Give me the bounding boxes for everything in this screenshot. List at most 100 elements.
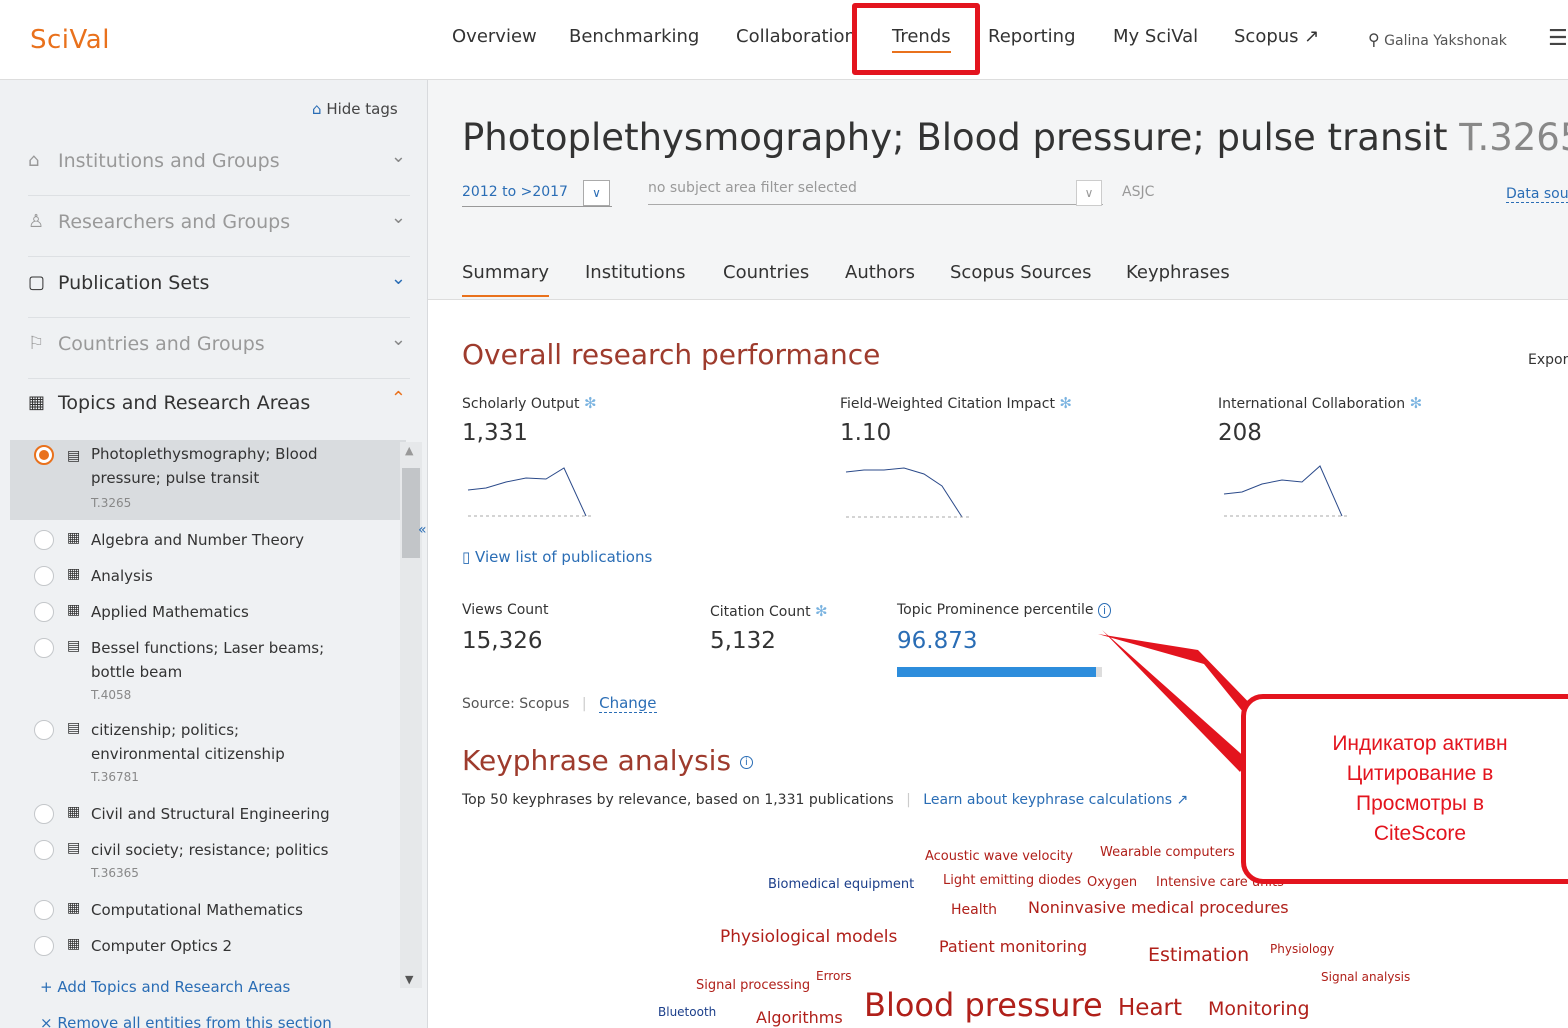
top-navigation-bar: SciVal Overview Benchmarking Collaborati… <box>0 0 1568 80</box>
keyphrase-word[interactable]: Acoustic wave velocity <box>925 849 1073 864</box>
list-item[interactable]: ▦ Computer Optics 2 <box>10 934 406 964</box>
radio-button[interactable] <box>34 804 54 824</box>
keyphrase-word[interactable]: Bluetooth <box>658 1005 716 1019</box>
section-researchers[interactable]: ♙ Researchers and Groups ⌄ <box>28 197 410 257</box>
collapse-sidebar-icon[interactable]: « <box>418 522 427 538</box>
radio-button[interactable] <box>34 445 54 465</box>
chevron-down-icon[interactable]: ∨ <box>1076 180 1102 206</box>
tab-authors[interactable]: Authors <box>845 262 915 283</box>
close-icon: × <box>40 1014 53 1028</box>
keyphrase-word[interactable]: Blood pressure <box>864 986 1103 1024</box>
list-item[interactable]: ▦ Algebra and Number Theory <box>10 528 406 558</box>
keyphrase-word[interactable]: Physiological models <box>720 927 897 947</box>
section-institutions[interactable]: ⌂ Institutions and Groups ⌄ <box>28 136 410 196</box>
chevron-down-icon[interactable]: ⌄ <box>391 268 406 289</box>
radio-button[interactable] <box>34 720 54 740</box>
add-topics-link[interactable]: + Add Topics and Research Areas <box>40 978 290 996</box>
metric-label-text: Scholarly Output <box>462 396 580 412</box>
list-item[interactable]: ▤ Photoplethysmography; Blood pressure; … <box>10 440 406 520</box>
list-item[interactable]: ▦ Civil and Structural Engineering <box>10 802 406 832</box>
list-item[interactable]: ▦ Computational Mathematics <box>10 898 406 928</box>
keyphrase-word[interactable]: Biomedical equipment <box>768 877 914 892</box>
radio-button[interactable] <box>34 602 54 622</box>
grid-icon: ▦ <box>67 602 81 618</box>
keyphrase-word[interactable]: Errors <box>816 969 852 983</box>
radio-button[interactable] <box>34 566 54 586</box>
subject-filter-select[interactable]: no subject area filter selected <box>648 180 1103 205</box>
plus-icon: + <box>40 978 53 996</box>
radio-button[interactable] <box>34 840 54 860</box>
source-line: Source: Scopus | Change <box>462 694 657 713</box>
chevron-down-icon[interactable]: ⌄ <box>391 329 406 350</box>
intl-collab-sparkline <box>1223 465 1347 517</box>
scival-logo[interactable]: SciVal <box>30 25 110 55</box>
export-button[interactable]: Expor <box>1528 352 1568 368</box>
item-label: Computational Mathematics <box>91 901 303 919</box>
person-icon: ♙ <box>28 211 45 232</box>
nav-trends[interactable]: Trends <box>892 26 951 53</box>
learn-keyphrase-link[interactable]: Learn about keyphrase calculations ↗ <box>923 792 1188 808</box>
scroll-thumb[interactable] <box>402 468 420 558</box>
nav-reporting[interactable]: Reporting <box>988 26 1076 47</box>
chevron-up-icon[interactable]: ⌃ <box>391 388 406 409</box>
data-source-link[interactable]: Data sou <box>1506 186 1568 203</box>
info-icon[interactable]: i <box>1098 603 1112 618</box>
list-item[interactable]: ▦ Applied Mathematics <box>10 600 406 630</box>
radio-button[interactable] <box>34 936 54 956</box>
keyphrase-word[interactable]: Estimation <box>1148 944 1249 966</box>
keyphrase-word[interactable]: Patient monitoring <box>939 937 1087 956</box>
keyphrase-word[interactable]: Algorithms <box>756 1008 843 1027</box>
item-label: Bessel functions; Laser beams; bottle be… <box>91 639 325 681</box>
user-menu[interactable]: ⚲ Galina Yakshonak <box>1368 30 1507 49</box>
keyphrase-word[interactable]: Oxygen <box>1087 875 1137 890</box>
list-item[interactable]: ▤ civil society; resistance; politics T.… <box>10 838 406 894</box>
keyphrase-word[interactable]: Signal analysis <box>1321 970 1410 984</box>
keyphrase-word[interactable]: Health <box>951 902 997 918</box>
tab-scopus-sources[interactable]: Scopus Sources <box>950 262 1091 283</box>
nav-my-scival[interactable]: My SciVal <box>1113 26 1198 47</box>
list-item[interactable]: ▦ Analysis <box>10 564 406 594</box>
keyphrase-word[interactable]: Light emitting diodes <box>943 873 1081 888</box>
info-icon[interactable]: i <box>739 755 753 769</box>
separator: | <box>581 696 587 712</box>
prominence-value: 96.873 <box>897 628 978 654</box>
nav-scopus[interactable]: Scopus ↗ <box>1234 26 1319 47</box>
nav-collaboration[interactable]: Collaboration <box>736 26 856 47</box>
tab-countries[interactable]: Countries <box>723 262 809 283</box>
sidebar: ⌂ Hide tags ⌂ Institutions and Groups ⌄ … <box>0 80 428 1028</box>
remove-all-link[interactable]: × Remove all entities from this section <box>40 1014 332 1028</box>
nav-benchmarking[interactable]: Benchmarking <box>569 26 699 47</box>
tab-keyphrases[interactable]: Keyphrases <box>1126 262 1230 283</box>
keyphrase-word[interactable]: Signal processing <box>696 978 810 993</box>
list-item[interactable]: ▤ Bessel functions; Laser beams; bottle … <box>10 636 406 716</box>
keyphrase-word[interactable]: Wearable computers <box>1100 845 1235 860</box>
change-source-link[interactable]: Change <box>599 694 657 713</box>
scroll-up-icon[interactable]: ▲ <box>405 444 413 457</box>
view-publications-link[interactable]: ▯ View list of publications <box>462 548 652 566</box>
tab-institutions[interactable]: Institutions <box>585 262 685 283</box>
section-countries[interactable]: ⚐ Countries and Groups ⌄ <box>28 319 410 379</box>
radio-button[interactable] <box>34 530 54 550</box>
scroll-down-icon[interactable]: ▼ <box>405 973 413 986</box>
chevron-down-icon[interactable]: ∨ <box>583 180 610 206</box>
citation-count-value: 5,132 <box>710 628 776 654</box>
keyphrase-word[interactable]: Monitoring <box>1208 998 1310 1020</box>
keyphrase-word[interactable]: Physiology <box>1270 942 1334 956</box>
radio-button[interactable] <box>34 638 54 658</box>
page-title: Photoplethysmography; Blood pressure; pu… <box>462 116 1568 159</box>
item-label: Computer Optics 2 <box>91 937 233 955</box>
source-label: Source: Scopus <box>462 696 570 712</box>
hamburger-menu-icon[interactable]: ☰ <box>1548 26 1568 51</box>
keyphrase-word[interactable]: Heart <box>1118 995 1182 1021</box>
tab-summary[interactable]: Summary <box>462 262 549 297</box>
chevron-down-icon[interactable]: ⌄ <box>391 207 406 228</box>
user-name: Galina Yakshonak <box>1384 33 1507 49</box>
hide-tags-button[interactable]: ⌂ Hide tags <box>312 100 398 118</box>
chevron-down-icon[interactable]: ⌄ <box>391 146 406 167</box>
section-publication-sets[interactable]: ▢ Publication Sets ⌄ <box>28 258 410 318</box>
keyphrase-word[interactable]: Noninvasive medical procedures <box>1028 898 1289 917</box>
radio-button[interactable] <box>34 900 54 920</box>
section-topics[interactable]: ▦ Topics and Research Areas ⌃ <box>28 378 410 438</box>
nav-overview[interactable]: Overview <box>452 26 537 47</box>
list-item[interactable]: ▤ citizenship; politics; environmental c… <box>10 718 406 798</box>
